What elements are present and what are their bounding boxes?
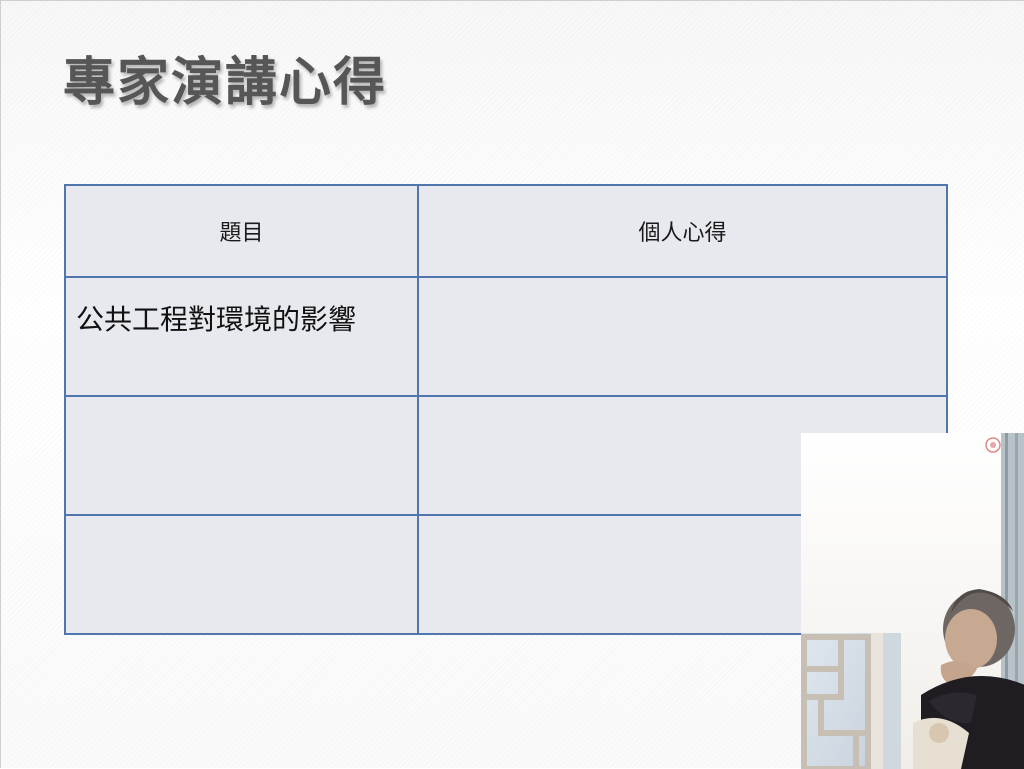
- table-row: 公共工程對環境的影響: [64, 276, 948, 397]
- table-cell[interactable]: 公共工程對環境的影響: [64, 276, 419, 397]
- cell-text: [419, 278, 946, 298]
- lattice-window: [801, 633, 901, 769]
- slide: 專家演講心得 題目 個人心得 公共工程對環境的影響: [0, 0, 1024, 769]
- cell-text: [419, 397, 946, 417]
- header-cell-reflection: 個人心得: [417, 184, 948, 278]
- header-topic-label: 題目: [219, 221, 264, 246]
- table-header-row: 題目 個人心得: [64, 184, 948, 278]
- cell-text: [66, 397, 417, 417]
- table-cell[interactable]: [417, 276, 948, 397]
- window-figure-illustration: [801, 433, 1024, 769]
- slide-title: 專家演講心得: [63, 53, 388, 113]
- decorative-photo: [801, 433, 1024, 769]
- header-cell-topic: 題目: [64, 184, 419, 278]
- table-cell[interactable]: [64, 514, 419, 635]
- table-cell[interactable]: [64, 395, 419, 516]
- cell-text: [66, 516, 417, 536]
- header-reflection-label: 個人心得: [638, 221, 727, 246]
- cell-text: 公共工程對環境的影響: [76, 303, 357, 336]
